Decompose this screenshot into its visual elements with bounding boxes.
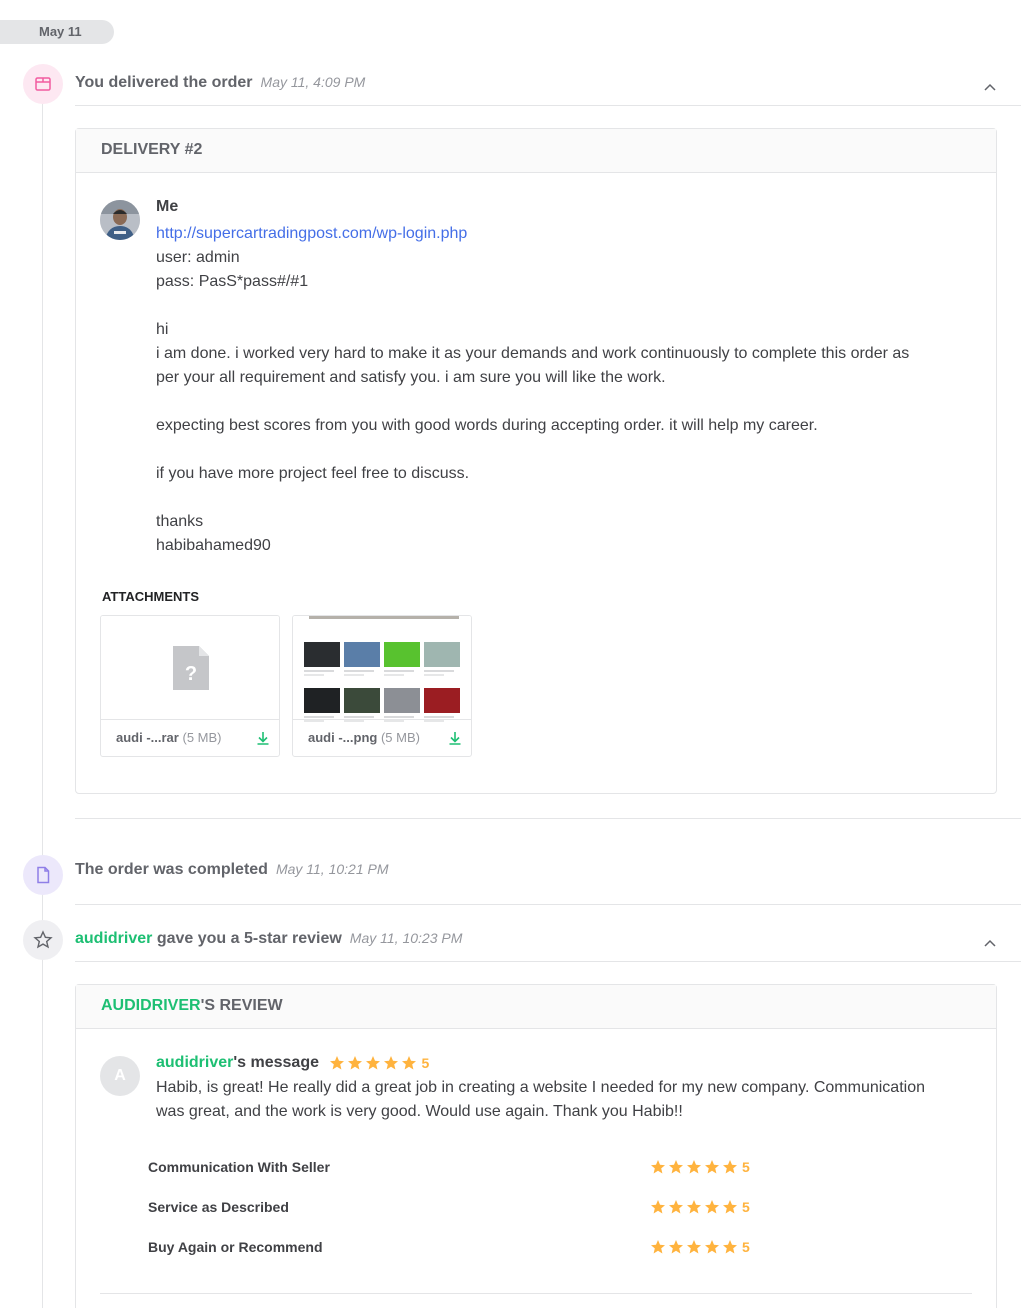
message-line — [156, 438, 936, 462]
rating-row: Communication With Seller 5 — [148, 1157, 758, 1177]
timeline-line — [42, 102, 43, 1308]
star-score: 5 — [742, 1159, 750, 1175]
event-title-text: You delivered the order — [75, 74, 253, 91]
delivery-link[interactable]: http://supercartradingpost.com/wp-login.… — [156, 222, 936, 246]
star-score: 5 — [742, 1199, 750, 1215]
review-text: Habib, is great! He really did a great j… — [156, 1079, 925, 1120]
attachment-png[interactable]: audi -...png (5 MB) — [292, 615, 472, 757]
reviewer-link[interactable]: audidriver — [156, 1054, 233, 1071]
event-title-text: gave you a 5-star review — [156, 930, 342, 947]
star-rating: 5 — [329, 1055, 429, 1071]
reviewer-link[interactable]: audidriver — [75, 930, 152, 947]
star-icon — [651, 1240, 665, 1254]
event-time: May 11, 10:23 PM — [349, 930, 463, 946]
star-icon — [384, 1055, 399, 1070]
avatar: A — [100, 1056, 140, 1096]
message-line: if you have more project feel free to di… — [156, 465, 470, 482]
divider — [75, 105, 1021, 106]
star-icon — [669, 1160, 683, 1174]
delivery-header: DELIVERY #2 — [76, 129, 996, 173]
download-icon[interactable] — [448, 731, 462, 745]
chevron-up-icon[interactable] — [981, 935, 999, 953]
star-rating: 5 — [650, 1159, 750, 1175]
attachment-footer: audi -...rar (5 MB) — [101, 719, 279, 756]
star-icon — [687, 1240, 701, 1254]
star-icon — [687, 1200, 701, 1214]
review-header-suffix: 'S REVIEW — [200, 997, 283, 1014]
attachment-name: audi -...png — [308, 730, 378, 745]
message-line: habibahamed90 — [156, 537, 271, 554]
star-icon — [402, 1055, 417, 1070]
unknown-file-icon: ? — [173, 646, 209, 690]
event-delivered-title: You delivered the order May 11, 4:09 PM — [75, 74, 365, 92]
divider — [75, 904, 1021, 905]
star-icon — [723, 1200, 737, 1214]
attachment-size: (5 MB) — [380, 730, 420, 745]
star-icon — [705, 1240, 719, 1254]
attachments-label: ATTACHMENTS — [102, 589, 200, 604]
event-title-text: The order was completed — [75, 861, 268, 878]
message-line: pass: PasS*pass#/#1 — [156, 273, 309, 290]
message-line — [156, 294, 936, 318]
star-icon — [669, 1200, 683, 1214]
rating-row: Buy Again or Recommend 5 — [148, 1237, 758, 1257]
message-line: i am done. i worked very hard to make it… — [156, 345, 910, 386]
event-time: May 11, 10:21 PM — [275, 861, 389, 877]
star-score: 5 — [742, 1239, 750, 1255]
review-message-title: audidriver's message 5 — [156, 1054, 429, 1072]
download-icon[interactable] — [256, 731, 270, 745]
star-icon — [366, 1055, 381, 1070]
message-line: hi — [156, 321, 169, 338]
star-icon — [687, 1160, 701, 1174]
attachment-rar[interactable]: ? audi -...rar (5 MB) — [100, 615, 280, 757]
message-line: expecting best scores from you with good… — [156, 417, 818, 434]
star-icon — [705, 1160, 719, 1174]
car-thumbnails — [304, 642, 460, 726]
event-review-title: audidriver gave you a 5-star review May 1… — [75, 930, 462, 948]
review-header-user[interactable]: AUDIDRIVER — [101, 997, 201, 1014]
event-completed-title: The order was completed May 11, 10:21 PM — [75, 861, 389, 879]
star-rating: 5 — [650, 1199, 750, 1215]
attachment-name: audi -...rar — [116, 730, 179, 745]
avatar — [100, 200, 140, 240]
star-icon — [723, 1160, 737, 1174]
message-line — [156, 390, 936, 414]
document-icon — [23, 855, 63, 895]
attachment-preview: ? — [101, 616, 279, 720]
star-icon — [723, 1240, 737, 1254]
chevron-up-icon[interactable] — [981, 79, 999, 97]
star-icon — [651, 1160, 665, 1174]
svg-text:?: ? — [185, 663, 197, 685]
rating-row: Service as Described 5 — [148, 1197, 758, 1217]
star-icon — [651, 1200, 665, 1214]
delivery-message: http://supercartradingpost.com/wp-login.… — [156, 222, 936, 558]
star-icon — [705, 1200, 719, 1214]
star-score: 5 — [421, 1054, 430, 1071]
review-header: AUDIDRIVER'S REVIEW — [76, 985, 996, 1029]
divider — [75, 961, 1021, 962]
delivery-card: DELIVERY #2 Me http://supercartradingpos… — [75, 128, 997, 794]
attachment-preview — [293, 616, 471, 722]
review-message-suffix: 's message — [233, 1054, 319, 1071]
message-line: thanks — [156, 513, 204, 530]
message-line: user: admin — [156, 249, 240, 266]
star-outline-icon — [23, 920, 63, 960]
attachment-footer: audi -...png (5 MB) — [293, 719, 471, 756]
message-line — [156, 486, 936, 510]
divider — [100, 1293, 972, 1294]
attachment-size: (5 MB) — [182, 730, 222, 745]
star-icon — [669, 1240, 683, 1254]
star-icon — [330, 1055, 345, 1070]
sender-name: Me — [156, 198, 179, 215]
star-rating: 5 — [650, 1239, 750, 1255]
star-icon — [348, 1055, 363, 1070]
date-pill: May 11 — [0, 20, 114, 44]
review-card: AUDIDRIVER'S REVIEW A audidriver's messa… — [75, 984, 997, 1308]
event-time: May 11, 4:09 PM — [260, 74, 366, 90]
divider — [75, 818, 1021, 819]
package-icon — [23, 64, 63, 104]
